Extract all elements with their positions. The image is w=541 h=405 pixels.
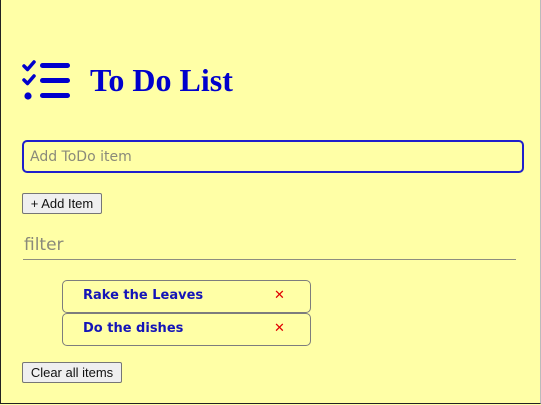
add-todo-input[interactable] [22, 140, 524, 173]
todo-item[interactable]: Rake the Leaves ✕ [62, 280, 311, 313]
todo-item[interactable]: Do the dishes ✕ [62, 313, 311, 346]
page-title: To Do List [90, 62, 233, 98]
delete-icon[interactable]: ✕ [274, 321, 285, 336]
todo-list: Rake the Leaves ✕ Do the dishes ✕ [62, 280, 311, 346]
app-header: To Do List [22, 58, 233, 102]
todo-item-text: Do the dishes [83, 321, 184, 336]
list-check-icon [22, 60, 70, 100]
todo-item-text: Rake the Leaves [83, 288, 204, 303]
clear-all-button[interactable]: Clear all items [22, 362, 122, 383]
add-item-button[interactable]: + Add Item [22, 193, 102, 214]
delete-icon[interactable]: ✕ [274, 288, 285, 303]
filter-input[interactable] [23, 231, 516, 260]
